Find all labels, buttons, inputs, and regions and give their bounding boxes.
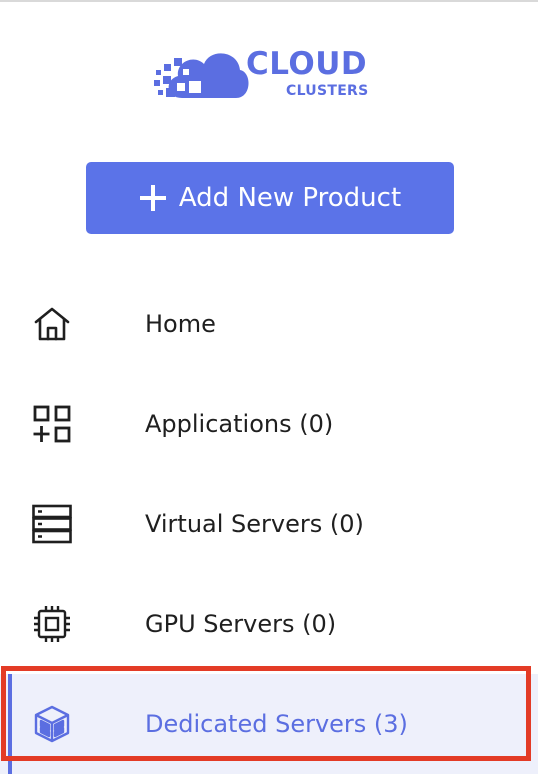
logo-text-clusters: CLUSTERS	[286, 83, 369, 99]
sidebar-item-virtual-servers[interactable]: Virtual Servers (0)	[0, 474, 538, 574]
cpu-chip-icon	[32, 604, 72, 644]
plus-icon	[139, 185, 166, 211]
sidebar-item-label: Dedicated Servers (3)	[145, 710, 408, 738]
sidebar-nav: Home Applications (0) Virtual Servers (0…	[0, 274, 538, 774]
add-new-product-button[interactable]: Add New Product	[86, 162, 454, 234]
applications-grid-icon	[32, 404, 72, 444]
cloud-clusters-logo[interactable]: CLOUD CLUSTERS	[152, 42, 384, 104]
sidebar-item-label: Virtual Servers (0)	[145, 510, 364, 538]
sidebar-item-label: Applications (0)	[145, 410, 334, 438]
dedicated-server-cube-icon	[32, 704, 72, 744]
sidebar-item-label: GPU Servers (0)	[145, 610, 337, 638]
sidebar-item-applications[interactable]: Applications (0)	[0, 374, 538, 474]
active-indicator	[8, 674, 12, 774]
server-rack-icon	[32, 504, 72, 544]
sidebar-item-home[interactable]: Home	[0, 274, 538, 374]
sidebar-item-gpu-servers[interactable]: GPU Servers (0)	[0, 574, 538, 674]
home-icon	[32, 304, 72, 344]
logo-text-cloud: CLOUD	[246, 46, 368, 82]
top-divider	[0, 0, 538, 2]
add-new-product-label: Add New Product	[178, 183, 402, 213]
sidebar-item-label: Home	[145, 310, 216, 338]
sidebar-item-dedicated-servers[interactable]: Dedicated Servers (3)	[0, 674, 538, 774]
